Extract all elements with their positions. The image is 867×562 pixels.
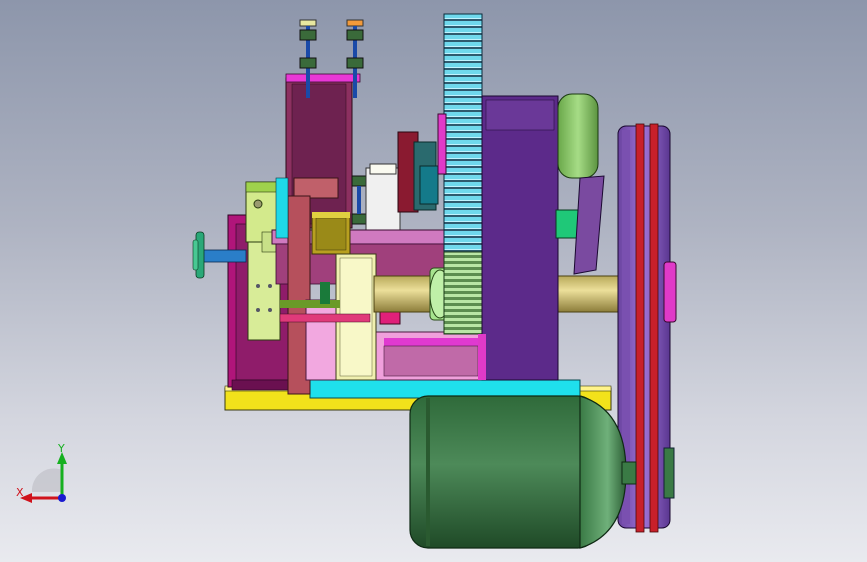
idler-drum[interactable]	[555, 93, 605, 275]
electric-motor[interactable]	[409, 395, 637, 549]
coordinate-triad: X Y	[12, 440, 76, 508]
z-axis-dot	[58, 494, 66, 502]
machine-assembly-model[interactable]	[0, 0, 867, 562]
y-axis-label: Y	[58, 442, 65, 455]
spur-gear[interactable]	[437, 13, 483, 335]
green-slide-block[interactable]	[245, 181, 281, 341]
cylinder-housing[interactable]	[365, 131, 439, 231]
x-axis-label: X	[16, 486, 24, 499]
cad-viewport[interactable]: X Y	[0, 0, 867, 562]
gearbox-housing[interactable]	[478, 95, 559, 381]
